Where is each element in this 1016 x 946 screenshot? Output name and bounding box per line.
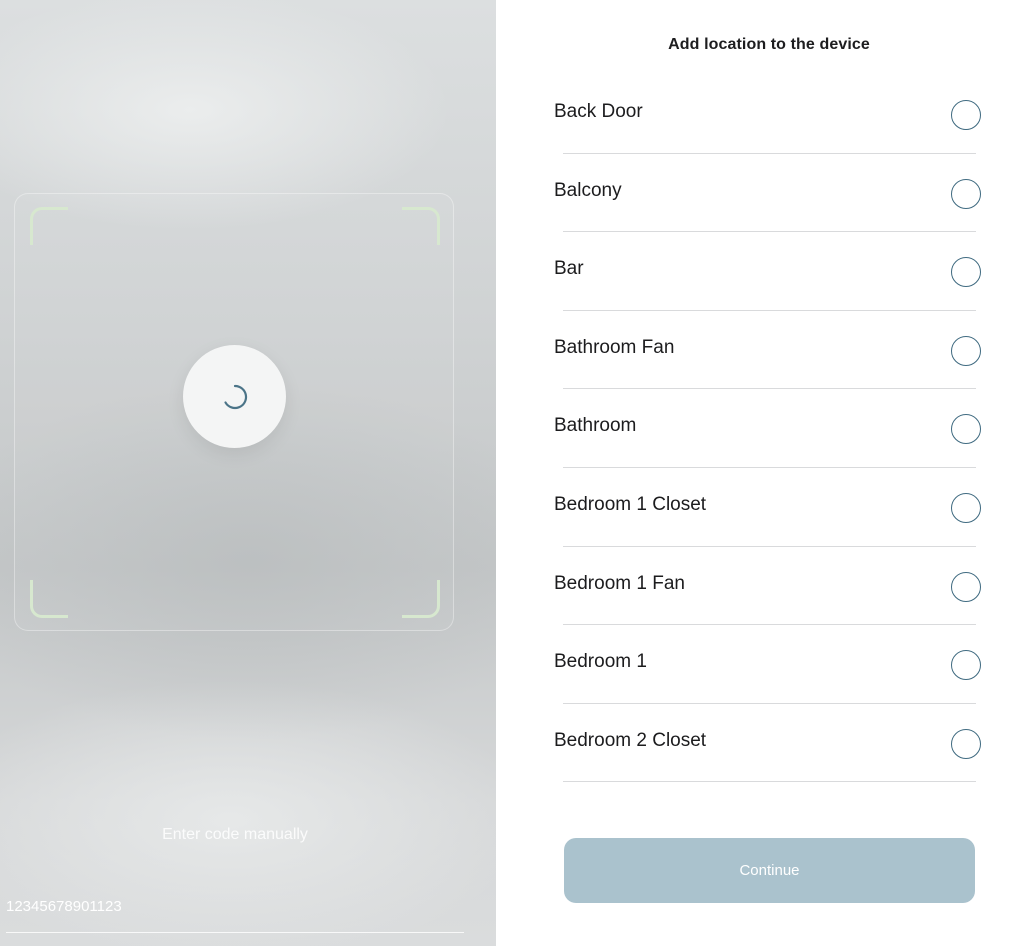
location-label: Bedroom 1 — [554, 651, 647, 673]
location-item-bedroom-1-closet[interactable]: Bedroom 1 Closet — [496, 468, 1016, 547]
location-item-back-door[interactable]: Back Door — [496, 75, 1016, 154]
location-label: Bedroom 1 Fan — [554, 572, 685, 594]
radio-unchecked-icon[interactable] — [951, 335, 981, 366]
scan-corner-bottom-left — [30, 580, 68, 618]
scan-corner-top-right — [402, 207, 440, 245]
scan-corner-top-left — [30, 207, 68, 245]
loading-indicator — [183, 345, 286, 448]
location-label: Bedroom 1 Closet — [554, 493, 707, 515]
radio-unchecked-icon[interactable] — [951, 728, 981, 759]
divider — [563, 781, 976, 783]
code-input[interactable] — [6, 893, 464, 933]
location-label: Back Door — [554, 101, 643, 122]
location-item-bedroom-1-fan[interactable]: Bedroom 1 Fan — [496, 547, 1016, 626]
radio-unchecked-icon[interactable] — [951, 650, 981, 681]
panel-title: Add location to the device — [668, 36, 870, 53]
radio-unchecked-icon[interactable] — [951, 178, 981, 209]
location-label: Balcony — [554, 179, 622, 201]
location-item-bathroom[interactable]: Bathroom — [496, 389, 1016, 468]
location-label: Bedroom 2 Closet — [554, 729, 707, 751]
location-item-balcony[interactable]: Balcony — [496, 154, 1016, 233]
location-item-bedroom-2-closet[interactable]: Bedroom 2 Closet — [496, 704, 1016, 783]
location-label: Bar — [554, 258, 584, 280]
location-list: Back Door Balcony Bar Bathroom Fan Bathr… — [496, 75, 1016, 783]
location-panel: Add location to the device Back Door Bal… — [496, 0, 1016, 946]
scanner-view: Enter code manually — [0, 0, 496, 946]
location-item-bathroom-fan[interactable]: Bathroom Fan — [496, 311, 1016, 390]
location-label: Bathroom — [554, 415, 637, 437]
location-label: Bathroom Fan — [554, 336, 675, 358]
location-item-bedroom-1[interactable]: Bedroom 1 — [496, 625, 1016, 704]
radio-unchecked-icon[interactable] — [951, 100, 981, 130]
loading-spinner-icon — [223, 384, 247, 409]
radio-unchecked-icon[interactable] — [951, 257, 981, 288]
location-item-bar[interactable]: Bar — [496, 232, 1016, 311]
scan-corner-bottom-right — [402, 580, 440, 618]
radio-unchecked-icon[interactable] — [951, 492, 981, 523]
radio-unchecked-icon[interactable] — [951, 414, 981, 445]
enter-code-manually-link[interactable]: Enter code manually — [0, 826, 470, 844]
radio-unchecked-icon[interactable] — [951, 571, 981, 602]
continue-button[interactable]: Continue — [564, 838, 975, 903]
